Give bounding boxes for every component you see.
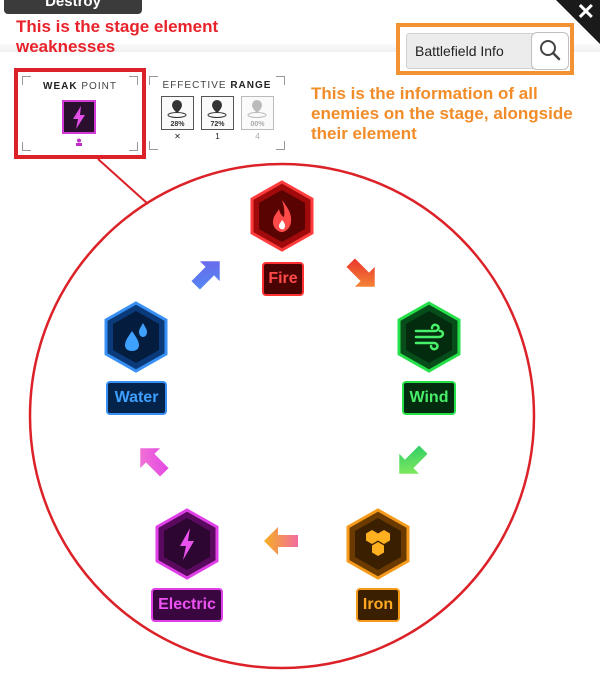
lightning-icon: [155, 508, 219, 580]
wind-label: Wind: [402, 381, 456, 415]
electric-label: Electric: [151, 588, 223, 622]
arrow-fire-to-wind: [346, 258, 375, 287]
water-label: Water: [106, 381, 167, 415]
flame-icon: [250, 180, 314, 252]
arrow-electric-to-water: [140, 448, 169, 477]
arrow-iron-to-electric: [264, 527, 298, 555]
wind-icon: [397, 301, 461, 373]
droplets-icon: [104, 301, 168, 373]
connector-line: [97, 158, 149, 205]
fire-label: Fire: [262, 262, 304, 296]
arrow-wind-to-iron: [399, 445, 428, 474]
element-cycle-diagram: [28, 158, 536, 670]
arrow-water-to-fire: [191, 261, 220, 290]
hexagons-icon: [346, 508, 410, 580]
iron-label: Iron: [356, 588, 400, 622]
